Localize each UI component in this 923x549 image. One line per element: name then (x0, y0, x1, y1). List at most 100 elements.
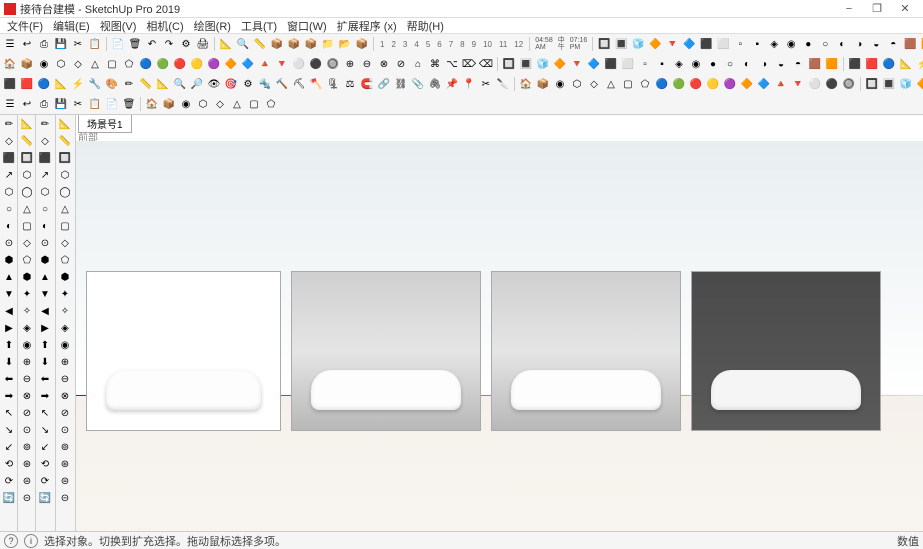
model-view-render-1[interactable] (291, 271, 481, 431)
side-tool-button[interactable]: ⬡ (37, 184, 53, 200)
toolbar-button[interactable]: 📦 (161, 96, 177, 112)
toolbar-button[interactable]: 💾 (53, 36, 69, 52)
side-tool-button[interactable]: ▲ (1, 269, 17, 285)
toolbar-button[interactable]: ◐ (834, 36, 850, 52)
side-tool-button[interactable]: ◇ (1, 133, 17, 149)
side-tool-button[interactable]: ▼ (1, 286, 17, 302)
side-tool-button[interactable]: 🔲 (19, 150, 35, 166)
ruler-tick[interactable]: 2 (388, 40, 398, 49)
toolbar-button[interactable]: ◓ (790, 56, 806, 72)
side-tool-button[interactable]: ○ (37, 201, 53, 217)
toolbar-button[interactable]: 🔻 (664, 36, 680, 52)
side-tool-button[interactable]: ⬡ (1, 184, 17, 200)
toolbar-button[interactable]: ⬜ (620, 56, 636, 72)
side-tool-button[interactable]: ◀ (1, 303, 17, 319)
toolbar-button[interactable]: ⚫ (308, 56, 324, 72)
side-tool-button[interactable]: ⬢ (1, 252, 17, 268)
toolbar-button[interactable]: 🔶 (739, 76, 755, 92)
toolbar-button[interactable]: 🗑 (127, 36, 143, 52)
side-tool-button[interactable]: ⊛ (57, 456, 73, 472)
side-tool-button[interactable]: ⬛ (1, 150, 17, 166)
toolbar-button[interactable]: ◈ (766, 36, 782, 52)
menu-draw[interactable]: 绘图(R) (189, 18, 236, 34)
side-tool-button[interactable]: ⬢ (19, 269, 35, 285)
side-tool-button[interactable]: ⊝ (57, 490, 73, 506)
side-tool-button[interactable]: ✦ (57, 286, 73, 302)
toolbar-button[interactable]: 📋 (87, 36, 103, 52)
side-tool-button[interactable]: ➡ (1, 388, 17, 404)
toolbar-button[interactable]: ⊖ (359, 56, 375, 72)
side-tool-button[interactable]: ◉ (57, 337, 73, 353)
info-icon[interactable]: i (24, 534, 38, 548)
toolbar-button[interactable]: ◒ (773, 56, 789, 72)
toolbar-button[interactable]: ⊗ (376, 56, 392, 72)
side-tool-button[interactable]: ⊙ (1, 235, 17, 251)
side-tool-button[interactable]: ✏ (1, 116, 17, 132)
menu-window[interactable]: 窗口(W) (282, 18, 332, 34)
toolbar-button[interactable]: 💾 (53, 96, 69, 112)
side-tool-button[interactable]: ⊘ (19, 405, 35, 421)
side-tool-button[interactable]: ◯ (19, 184, 35, 200)
toolbar-button[interactable]: ▢ (104, 56, 120, 72)
menu-help[interactable]: 帮助(H) (402, 18, 449, 34)
toolbar-button[interactable]: 📦 (19, 56, 35, 72)
toolbar-button[interactable]: ▢ (246, 96, 262, 112)
ruler-tick[interactable]: 10 (480, 40, 495, 49)
toolbar-button[interactable]: 🔺 (257, 56, 273, 72)
toolbar-button[interactable]: 🟧 (824, 56, 840, 72)
toolbar-button[interactable]: ◉ (36, 56, 52, 72)
side-tool-button[interactable]: ⊙ (57, 422, 73, 438)
toolbar-button[interactable]: 🔺 (773, 76, 789, 92)
ruler-tick[interactable]: 5 (423, 40, 433, 49)
toolbar-button[interactable]: ○ (722, 56, 738, 72)
toolbar-button[interactable]: 🟫 (807, 56, 823, 72)
toolbar-button[interactable]: △ (603, 76, 619, 92)
menu-view[interactable]: 视图(V) (95, 18, 142, 34)
toolbar-button[interactable]: 📏 (252, 36, 268, 52)
help-icon[interactable]: ? (4, 534, 18, 548)
menu-edit[interactable]: 编辑(E) (48, 18, 95, 34)
side-tool-button[interactable]: ⊕ (57, 354, 73, 370)
toolbar-button[interactable]: 🏠 (144, 96, 160, 112)
side-tool-button[interactable]: ◇ (19, 235, 35, 251)
ruler-tick[interactable]: 7 (446, 40, 456, 49)
toolbar-button[interactable]: 🔲 (596, 36, 612, 52)
toolbar-button[interactable]: ⬛ (847, 56, 863, 72)
side-tool-button[interactable]: ⊛ (19, 456, 35, 472)
toolbar-button[interactable]: ✂ (478, 76, 494, 92)
toolbar-button[interactable]: ◈ (671, 56, 687, 72)
side-tool-button[interactable]: ▢ (19, 218, 35, 234)
side-tool-button[interactable]: ⊘ (57, 405, 73, 421)
toolbar-button[interactable]: 🔷 (240, 56, 256, 72)
side-tool-button[interactable]: ▼ (37, 286, 53, 302)
side-tool-button[interactable]: ⊜ (57, 473, 73, 489)
toolbar-button[interactable]: 🏠 (518, 76, 534, 92)
side-tool-button[interactable]: ◀ (37, 303, 53, 319)
toolbar-button[interactable]: 🎨 (104, 76, 120, 92)
side-tool-button[interactable]: ○ (1, 201, 17, 217)
side-tool-button[interactable]: ◇ (37, 133, 53, 149)
viewport[interactable]: 场景号1 前部 (76, 115, 923, 531)
side-tool-button[interactable]: ◐ (1, 218, 17, 234)
toolbar-button[interactable]: 🗜 (325, 76, 341, 92)
toolbar-button[interactable]: ◉ (178, 96, 194, 112)
toolbar-button[interactable]: 🔵 (654, 76, 670, 92)
toolbar-button[interactable]: 🔍 (172, 76, 188, 92)
side-tool-button[interactable]: ⊙ (19, 422, 35, 438)
side-tool-button[interactable]: ⟳ (1, 473, 17, 489)
toolbar-button[interactable]: ◇ (586, 76, 602, 92)
side-tool-button[interactable]: 📐 (19, 116, 35, 132)
side-tool-button[interactable]: ⬢ (37, 252, 53, 268)
side-tool-button[interactable]: ◈ (57, 320, 73, 336)
shadow-time[interactable]: 中午 (556, 37, 567, 51)
side-tool-button[interactable]: ⬇ (37, 354, 53, 370)
toolbar-button[interactable]: 🗑 (121, 96, 137, 112)
side-tool-button[interactable]: ◉ (19, 337, 35, 353)
model-view-render-2[interactable] (491, 271, 681, 431)
toolbar-button[interactable]: ● (705, 56, 721, 72)
side-tool-button[interactable]: ▶ (37, 320, 53, 336)
toolbar-button[interactable]: 🔷 (756, 76, 772, 92)
side-tool-button[interactable]: ⊖ (57, 371, 73, 387)
toolbar-button[interactable]: ⚫ (824, 76, 840, 92)
toolbar-button[interactable]: ⬡ (569, 76, 585, 92)
